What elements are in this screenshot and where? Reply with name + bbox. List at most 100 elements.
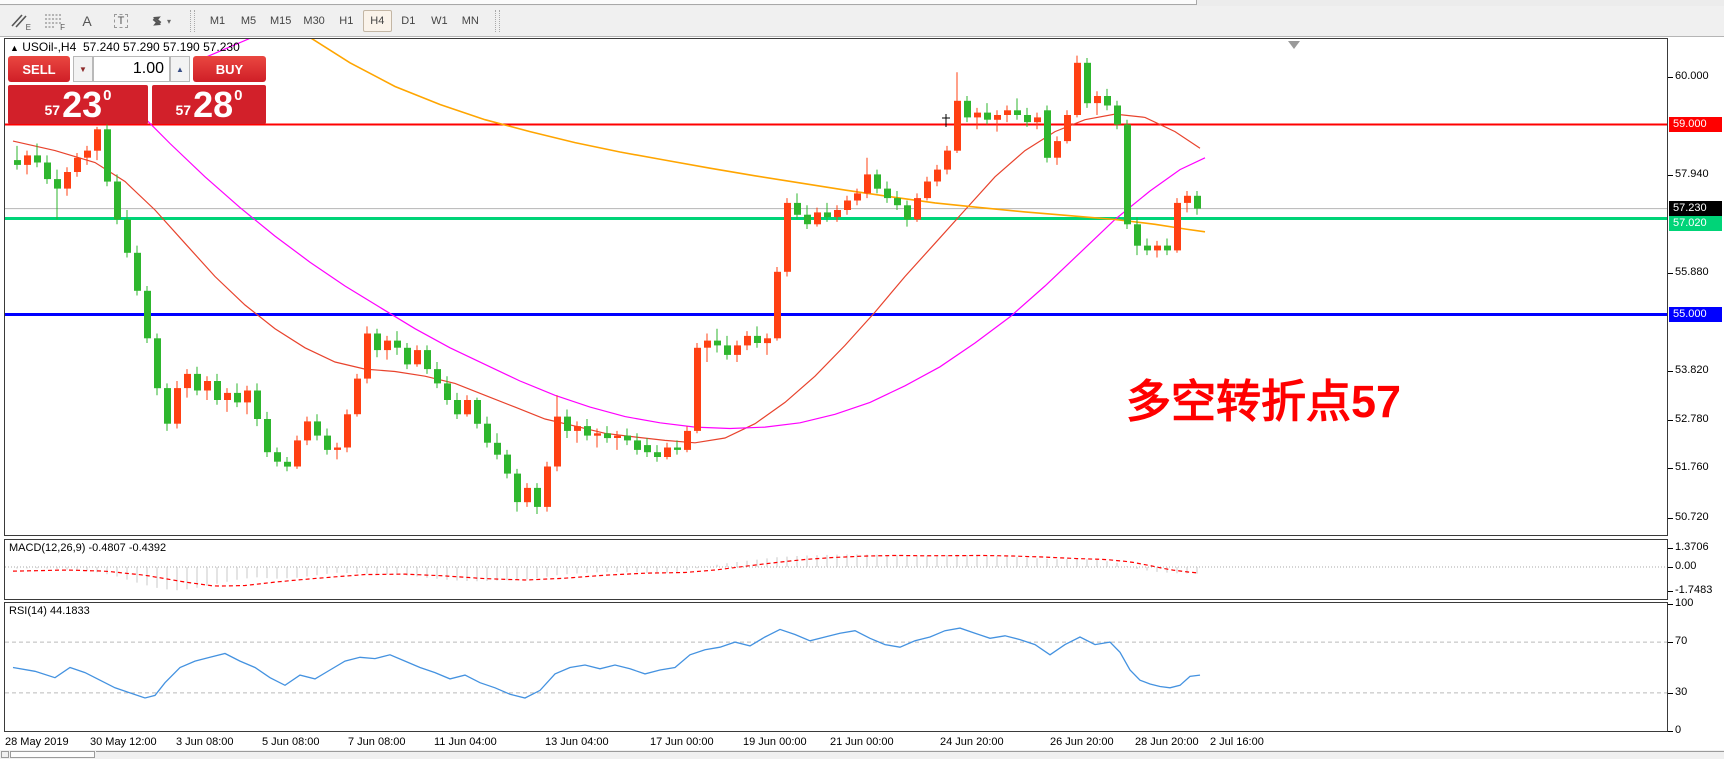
candle <box>744 331 751 350</box>
candle <box>554 395 561 471</box>
scrollbar-thumb[interactable] <box>10 751 95 758</box>
timeframe-button-m5[interactable]: M5 <box>234 10 263 32</box>
candle <box>664 443 671 460</box>
candle <box>54 170 61 220</box>
text-box-tool-button[interactable]: T <box>106 9 136 33</box>
candle <box>614 431 621 450</box>
candle <box>584 419 591 440</box>
candle <box>914 193 921 222</box>
candle <box>1154 241 1161 258</box>
arrows-tool-button[interactable]: ▾ <box>140 9 180 33</box>
candle <box>1164 239 1171 256</box>
candle <box>224 388 231 412</box>
rsi-indicator-panel[interactable]: RSI(14) 44.1833 <box>4 602 1668 732</box>
volume-decrease-button[interactable]: ▼ <box>73 56 93 82</box>
text-label-tool-button[interactable]: A <box>72 9 102 33</box>
candle <box>424 345 431 374</box>
chart-text-annotation: 多空转折点57 <box>1126 365 1401 430</box>
sell-button[interactable]: SELL <box>8 56 70 82</box>
candle <box>194 367 201 396</box>
candle <box>1074 56 1081 118</box>
draw-lines-tool-button[interactable]: E <box>4 9 34 33</box>
candle <box>514 469 521 512</box>
candle <box>694 343 701 433</box>
candle <box>814 208 821 227</box>
macd-label: MACD(12,26,9) -0.4807 -0.4392 <box>9 542 166 554</box>
timeframe-button-m15[interactable]: M15 <box>265 10 296 32</box>
candle <box>844 196 851 215</box>
volume-increase-button[interactable]: ▲ <box>170 56 190 82</box>
sell-price-prefix: 57 <box>45 102 61 118</box>
candle <box>114 174 121 224</box>
candle <box>764 334 771 355</box>
candle <box>104 125 111 187</box>
timeframe-button-mn[interactable]: MN <box>456 10 485 32</box>
timeframe-button-m30[interactable]: M30 <box>298 10 329 32</box>
buy-button[interactable]: BUY <box>193 56 266 82</box>
candle <box>84 146 91 165</box>
timeframe-button-h1[interactable]: H1 <box>332 10 361 32</box>
candle <box>674 440 681 454</box>
candle <box>484 417 491 448</box>
candle <box>604 426 611 443</box>
candle <box>434 362 441 388</box>
tool-sub-label: E <box>26 23 31 32</box>
candle <box>1194 191 1201 215</box>
candle <box>284 457 291 471</box>
timeframe-button-d1[interactable]: D1 <box>394 10 423 32</box>
buy-price-tile[interactable]: 57 28 0 <box>152 85 266 124</box>
candle <box>864 158 871 198</box>
candle <box>394 331 401 355</box>
one-click-trading-panel: SELL ▼ ▲ BUY 57 23 0 57 28 0 <box>8 56 266 124</box>
candle <box>354 374 361 417</box>
timeframe-button-h4[interactable]: H4 <box>363 10 392 32</box>
candle <box>624 429 631 446</box>
sell-price-tile[interactable]: 57 23 0 <box>8 85 148 124</box>
upper-toolbar-edge <box>0 0 1197 5</box>
candle <box>964 96 971 122</box>
chart-shift-marker-icon[interactable] <box>1288 41 1300 49</box>
candle <box>374 329 381 358</box>
candle <box>254 383 261 426</box>
candle <box>574 421 581 442</box>
chart-toolbar: E F A T ▾ M1M5M15M30H1H4D1W1MN <box>0 6 1724 37</box>
candle <box>974 108 981 129</box>
horizontal-scrollbar[interactable] <box>0 750 1724 759</box>
timeframe-button-m1[interactable]: M1 <box>203 10 232 32</box>
scrollbar-track[interactable] <box>96 751 1724 758</box>
macd-indicator-panel[interactable]: MACD(12,26,9) -0.4807 -0.4392 <box>4 539 1668 600</box>
collapse-triangle-icon[interactable]: ▲ <box>10 43 19 53</box>
ohlc-values: 57.240 57.290 57.190 57.230 <box>83 40 240 54</box>
volume-input[interactable] <box>93 56 170 82</box>
candle <box>564 410 571 439</box>
candle <box>144 286 151 343</box>
candle <box>24 151 31 175</box>
candle <box>734 341 741 362</box>
candle <box>784 198 791 276</box>
scrollbar-left-box[interactable] <box>1 751 9 758</box>
candle <box>654 445 661 462</box>
candle <box>904 201 911 227</box>
fibonacci-tool-button[interactable]: F <box>38 9 68 33</box>
candle <box>684 426 691 452</box>
candle <box>1004 106 1011 123</box>
chart-title: ▲ USOil-,H4 57.240 57.290 57.190 57.230 <box>10 40 240 54</box>
buy-price-big: 28 <box>193 88 233 122</box>
timeframe-button-w1[interactable]: W1 <box>425 10 454 32</box>
candle <box>294 436 301 469</box>
candle <box>44 155 51 184</box>
candle <box>794 193 801 219</box>
buy-price-sup: 0 <box>234 87 242 104</box>
candle <box>944 146 951 175</box>
rsi-label: RSI(14) 44.1833 <box>9 605 90 617</box>
candle <box>1184 191 1191 212</box>
candle <box>134 246 141 296</box>
candle <box>884 182 891 203</box>
candle <box>214 374 221 405</box>
candle <box>1104 89 1111 110</box>
sell-price-big: 23 <box>62 88 102 122</box>
arrows-icon <box>149 13 165 29</box>
rsi-line <box>13 628 1200 698</box>
candle <box>504 450 511 479</box>
candle <box>704 334 711 363</box>
